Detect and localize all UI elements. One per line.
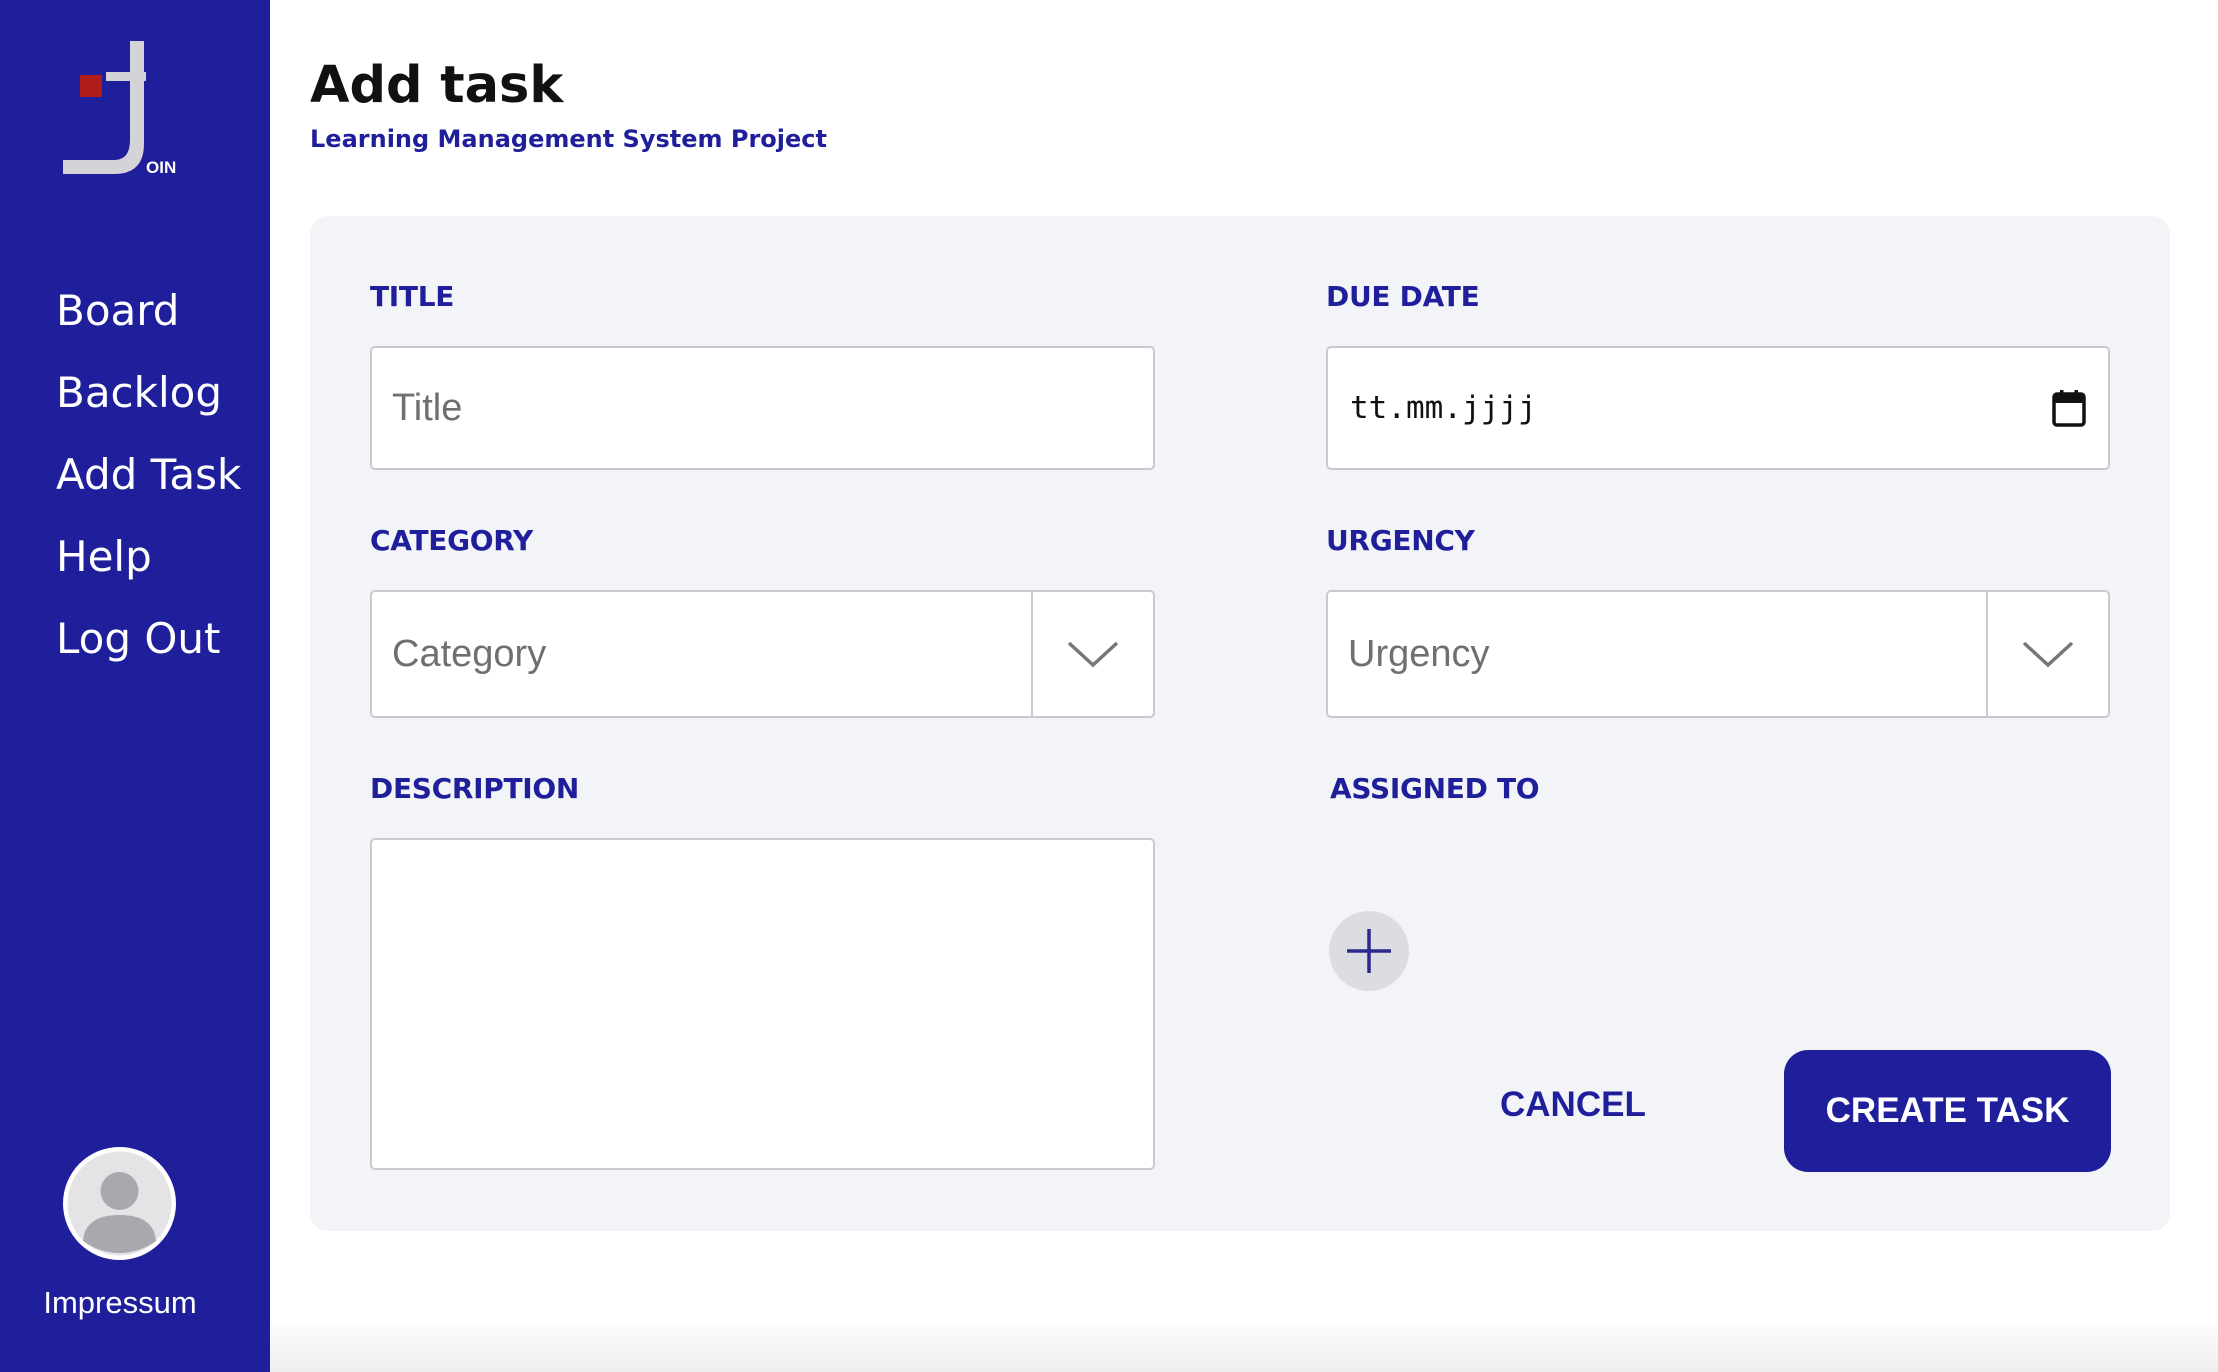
category-value: Category [392,632,547,675]
user-avatar-icon [67,1151,172,1256]
description-label: DESCRIPTION [370,772,580,805]
title-label: TITLE [370,280,455,313]
sidebar-item-add-task[interactable]: Add Task [56,434,241,516]
due-date-value: tt.mm.jjjj [1350,390,1537,426]
due-date-label: DUE DATE [1326,280,1480,313]
sidebar-item-log-out[interactable]: Log Out [56,598,241,680]
urgency-select[interactable]: Urgency [1326,590,2110,718]
bottom-shadow [270,1318,2218,1372]
sidebar-item-backlog[interactable]: Backlog [56,352,241,434]
avatar[interactable] [63,1147,176,1260]
calendar-icon[interactable] [2052,389,2086,427]
cancel-button[interactable]: CANCEL [1500,1085,1646,1125]
urgency-value: Urgency [1348,632,1490,675]
assigned-to-label: ASSIGNED TO [1330,772,1540,805]
due-date-input[interactable]: tt.mm.jjjj [1326,346,2110,470]
plus-icon [1347,929,1391,973]
add-assignee-button[interactable] [1329,911,1409,991]
title-input[interactable] [370,346,1155,470]
page-title: Add task [310,56,564,115]
urgency-dropdown-button[interactable] [1986,592,2108,716]
category-label: CATEGORY [370,524,533,557]
page-subtitle: Learning Management System Project [310,125,827,153]
sidebar-nav: Board Backlog Add Task Help Log Out [56,270,241,680]
category-select[interactable]: Category [370,590,1155,718]
urgency-label: URGENCY [1326,524,1475,557]
logo-text: OIN [146,158,177,177]
create-task-button[interactable]: CREATE TASK [1784,1050,2111,1172]
category-dropdown-button[interactable] [1031,592,1153,716]
sidebar: OIN Board Backlog Add Task Help Log Out … [0,0,270,1372]
impressum-link[interactable]: Impressum [0,1285,240,1321]
join-logo[interactable]: OIN [58,36,188,186]
chevron-down-icon [2022,641,2074,668]
chevron-down-icon [1067,641,1119,668]
description-textarea[interactable] [370,838,1155,1170]
sidebar-item-board[interactable]: Board [56,270,241,352]
sidebar-item-help[interactable]: Help [56,516,241,598]
